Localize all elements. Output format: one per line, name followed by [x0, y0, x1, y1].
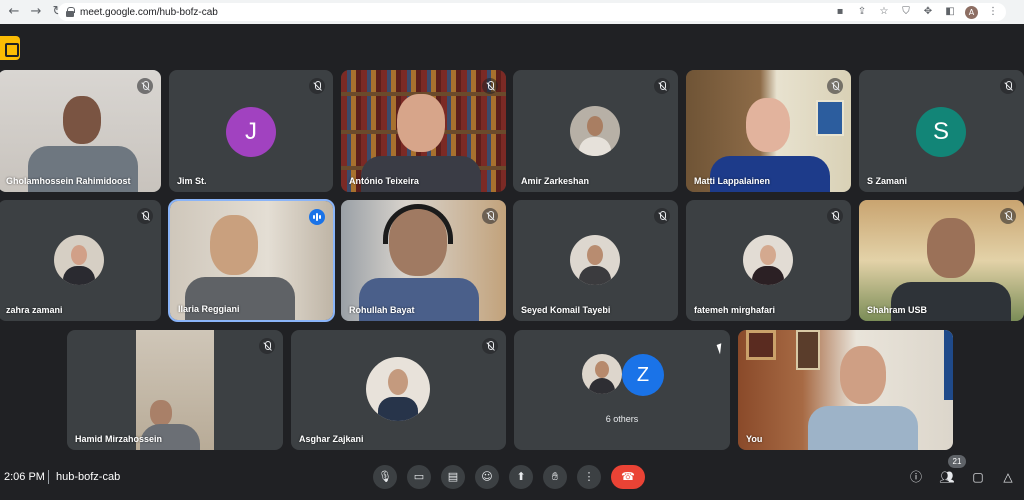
meeting-code: hub-bofz-cab: [56, 471, 121, 483]
self-view-tile[interactable]: You: [738, 330, 953, 450]
video-feed: [686, 70, 851, 192]
participant-tile[interactable]: fatemeh mirghafari: [686, 200, 851, 321]
captions-button[interactable]: ▤: [441, 465, 465, 489]
participant-tile[interactable]: Amir Zarkeshan: [513, 70, 678, 192]
participant-photo-avatar: [366, 357, 430, 421]
camera-in-use-icon[interactable]: ▪: [833, 5, 847, 19]
participant-tile[interactable]: António Teixeira: [341, 70, 506, 192]
muted-mic-icon: [827, 78, 843, 94]
url-text: meet.google.com/hub-bofz-cab: [80, 6, 218, 18]
recording-indicator-icon[interactable]: [0, 36, 20, 60]
participant-tile[interactable]: Matti Lappalainen: [686, 70, 851, 192]
participant-tile[interactable]: Seyed Komail Tayebi: [513, 200, 678, 321]
participant-name: Ilaria Reggiani: [178, 304, 240, 314]
participant-photo-avatar: [582, 354, 622, 394]
participant-name: António Teixeira: [349, 176, 419, 186]
microphone-button[interactable]: 🎙︎: [373, 465, 397, 489]
video-feed: [738, 330, 953, 450]
letter-avatar: J: [226, 107, 276, 157]
divider: [48, 470, 49, 484]
speaking-indicator-icon: [309, 209, 325, 225]
participant-name: Gholamhossein Rahimidoost: [6, 176, 131, 186]
muted-mic-icon: [827, 208, 843, 224]
participant-name: fatemeh mirghafari: [694, 305, 776, 315]
toolbar-icons: ▪ ⇪ ☆ ⛉ ✥ ◧ A ⋮: [833, 5, 1000, 19]
participant-group-tile[interactable]: Z 6 others: [514, 330, 730, 450]
participant-tile[interactable]: Hamid Mirzahossein: [67, 330, 283, 450]
emoji-reaction-button[interactable]: ☺: [475, 465, 499, 489]
end-call-button[interactable]: ☎: [611, 465, 645, 489]
meeting-controls-bar: 2:06 PM hub-bofz-cab 🎙︎ ▭ ▤ ☺ ⬆ ✋︎ ⋮ ☎ ⓘ…: [0, 455, 1024, 500]
participant-photo-avatar: [54, 235, 104, 285]
chat-icon[interactable]: ▢: [968, 467, 988, 487]
people-icon[interactable]: 👥︎: [937, 467, 957, 487]
lock-icon[interactable]: [66, 7, 75, 17]
participant-tile[interactable]: Asghar Zajkani: [291, 330, 506, 450]
camera-button[interactable]: ▭: [407, 465, 431, 489]
meeting-details-icon[interactable]: ⓘ: [906, 467, 926, 487]
letter-avatar: Z: [622, 354, 664, 396]
muted-mic-icon: [654, 208, 670, 224]
muted-mic-icon: [259, 338, 275, 354]
participant-name: Shahram USB: [867, 305, 928, 315]
muted-mic-icon: [1000, 208, 1016, 224]
participant-tile[interactable]: Rohullah Bayat: [341, 200, 506, 321]
participant-tile[interactable]: Shahram USB: [859, 200, 1024, 321]
self-name: You: [746, 434, 763, 444]
muted-mic-icon: [137, 78, 153, 94]
extensions-icon[interactable]: ✥: [921, 5, 935, 19]
video-feed: [136, 330, 214, 450]
muted-mic-icon: [482, 78, 498, 94]
participant-name: Amir Zarkeshan: [521, 176, 590, 186]
participant-name: Seyed Komail Tayebi: [521, 305, 611, 315]
participant-photo-avatar: [743, 235, 793, 285]
more-options-button[interactable]: ⋮: [577, 465, 601, 489]
muted-mic-icon: [309, 78, 325, 94]
participant-name: Matti Lappalainen: [694, 176, 771, 186]
participant-tile[interactable]: zahra zamani: [0, 200, 161, 321]
bookmark-star-icon[interactable]: ☆: [877, 5, 891, 19]
forward-icon[interactable]: →: [28, 4, 44, 20]
letter-avatar: S: [916, 107, 966, 157]
address-bar[interactable]: meet.google.com/hub-bofz-cab ▪ ⇪ ☆ ⛉ ✥ ◧…: [58, 3, 1006, 21]
meeting-time: 2:06 PM: [4, 471, 45, 483]
participant-tile[interactable]: S S Zamani: [859, 70, 1024, 192]
profile-avatar[interactable]: A: [965, 5, 978, 19]
participant-name: S Zamani: [867, 176, 908, 186]
back-icon[interactable]: ←: [6, 4, 22, 20]
muted-mic-icon: [482, 208, 498, 224]
muted-mic-icon: [654, 78, 670, 94]
video-feed: [341, 200, 506, 321]
participant-photo-avatar: [570, 235, 620, 285]
participant-tile[interactable]: Gholamhossein Rahimidoost: [0, 70, 161, 192]
raise-hand-button[interactable]: ✋︎: [543, 465, 567, 489]
present-screen-button[interactable]: ⬆: [509, 465, 533, 489]
side-panel-icon[interactable]: ◧: [943, 5, 957, 19]
participant-photo-avatar: [570, 106, 620, 156]
participant-count-badge: 21: [948, 455, 966, 468]
muted-mic-icon: [1000, 78, 1016, 94]
video-feed: [859, 200, 1024, 321]
video-feed: [341, 70, 506, 192]
participant-name: Hamid Mirzahossein: [75, 434, 163, 444]
muted-mic-icon: [137, 208, 153, 224]
participant-tile[interactable]: J Jim St.: [169, 70, 333, 192]
shield-icon[interactable]: ⛉: [899, 5, 913, 19]
participant-name: Rohullah Bayat: [349, 305, 415, 315]
participant-tile[interactable]: Ilaria Reggiani: [168, 199, 335, 322]
participant-name: Jim St.: [177, 176, 207, 186]
browser-toolbar: ← → ↻ meet.google.com/hub-bofz-cab ▪ ⇪ ☆…: [0, 0, 1024, 24]
activities-icon[interactable]: △: [998, 467, 1018, 487]
share-icon[interactable]: ⇪: [855, 5, 869, 19]
participant-name: Asghar Zajkani: [299, 434, 364, 444]
participant-name: zahra zamani: [6, 305, 63, 315]
others-count: 6 others: [605, 414, 639, 424]
muted-mic-icon: [482, 338, 498, 354]
menu-dots-icon[interactable]: ⋮: [986, 5, 1000, 19]
